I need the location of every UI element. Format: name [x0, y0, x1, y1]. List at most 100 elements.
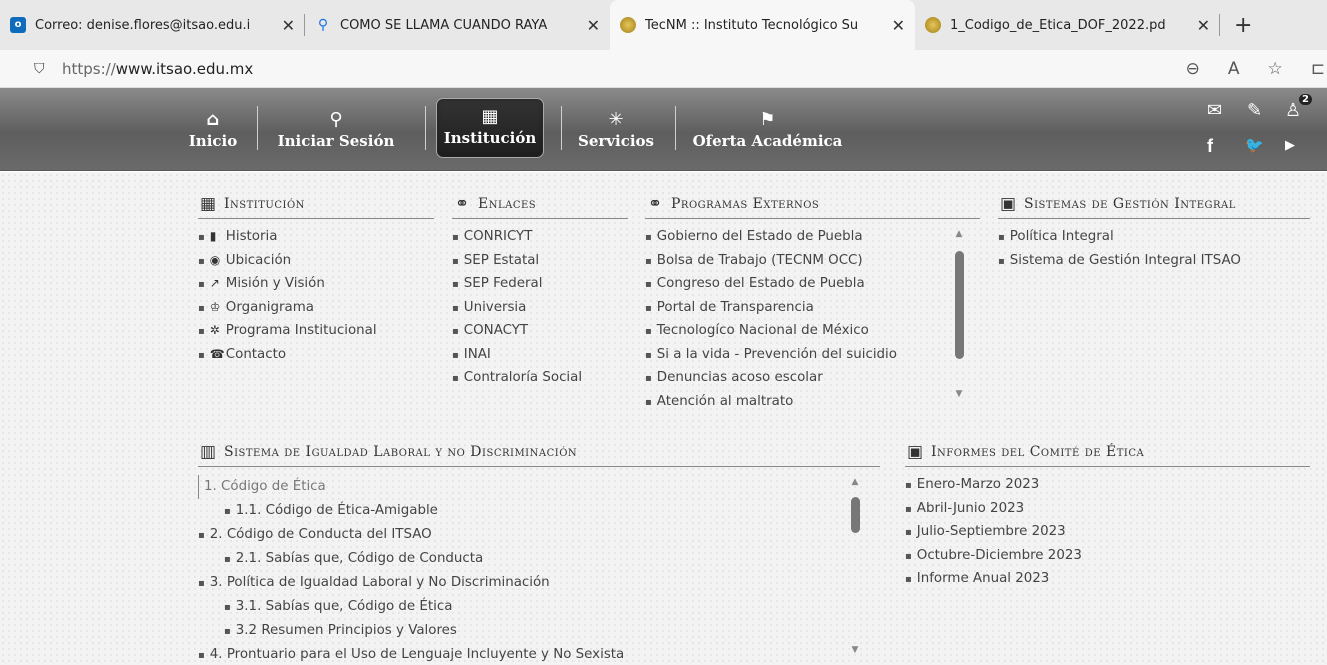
close-tab-icon[interactable]: ✕ — [1197, 16, 1210, 35]
link-contraloria-social[interactable]: Contraloría Social — [452, 366, 628, 390]
sitemap-icon: ♔ — [209, 299, 221, 314]
link-conricyt[interactable]: CONRICYT — [452, 225, 628, 249]
scroll-up-icon[interactable]: ▲ — [848, 477, 862, 487]
new-tab-button[interactable]: + — [1220, 0, 1266, 50]
link-gobierno-puebla[interactable]: Gobierno del Estado de Puebla — [645, 225, 980, 249]
doc-codigo-etica-amigable[interactable]: 1.1. Código de Ética-Amigable — [198, 499, 880, 523]
scroll-thumb[interactable] — [851, 497, 860, 533]
nav-institucion[interactable]: ▦ Institución — [436, 98, 544, 158]
document-list: 1. Código de Ética 1.1. Código de Ética-… — [198, 475, 880, 663]
scrollbar[interactable]: ▲ ▼ — [848, 467, 862, 663]
link-informe-anual[interactable]: Informe Anual 2023 — [905, 567, 1310, 591]
section-title: Sistema de Igualdad Laboral y no Discrim… — [224, 443, 578, 460]
doc-codigo-etica[interactable]: 1. Código de Ética — [198, 475, 880, 499]
link-congreso-puebla[interactable]: Congreso del Estado de Puebla — [645, 272, 980, 296]
link-ubicacion[interactable]: ◉ Ubicación — [198, 249, 434, 273]
favorite-star-icon[interactable]: ☆ — [1268, 59, 1283, 79]
facebook-icon[interactable]: f — [1207, 136, 1213, 157]
browser-tab-tecnm[interactable]: TecNM :: Instituto Tecnológico Su ✕ — [610, 0, 915, 50]
programas-scroll-area[interactable]: Gobierno del Estado de Puebla Bolsa de T… — [645, 219, 980, 411]
split-screen-icon[interactable]: ⊏ — [1311, 59, 1325, 79]
zoom-out-icon[interactable]: ⊖ — [1186, 59, 1200, 79]
link-conacyt[interactable]: CONACYT — [452, 319, 628, 343]
nav-label: Inicio — [188, 132, 238, 150]
link-label: Organigrama — [225, 299, 314, 315]
section-header: ▥ Sistema de Igualdad Laboral y no Discr… — [198, 440, 880, 467]
link-inai[interactable]: INAI — [452, 343, 628, 367]
browser-tab-bar: o Correo: denise.flores@itsao.edu.i ✕ ⚲ … — [0, 0, 1327, 50]
section-title: Informes del Comité de Ética — [931, 443, 1145, 460]
section-institucion: ▦ Institución ▮ Historia ◉ Ubicación ↗ Misi… — [198, 192, 434, 366]
link-tecnm[interactable]: Tecnologíco Nacional de México — [645, 319, 980, 343]
doc-codigo-conducta[interactable]: 2. Código de Conducta del ITSAO — [198, 523, 880, 547]
link-portal-transparencia[interactable]: Portal de Transparencia — [645, 296, 980, 320]
edit-icon[interactable]: ✎ — [1247, 100, 1262, 121]
tab-title: COMO SE LLAMA CUANDO RAYA — [340, 17, 548, 33]
doc-resumen-principios[interactable]: 3.2 Resumen Principios y Valores — [198, 619, 880, 643]
link-denuncias-acoso[interactable]: Denuncias acoso escolar — [645, 366, 980, 390]
books-icon: ▥ — [199, 441, 217, 462]
doc-sabias-que-etica[interactable]: 3.1. Sabías que, Código de Ética — [198, 595, 880, 619]
map-marker-icon: ◉ — [209, 252, 221, 267]
notebook-icon: ▣ — [999, 193, 1017, 214]
scroll-up-icon[interactable]: ▲ — [952, 229, 966, 239]
link-organigrama[interactable]: ♔ Organigrama — [198, 296, 434, 320]
doc-sabias-que-conducta[interactable]: 2.1. Sabías que, Código de Conducta — [198, 547, 880, 571]
nav-iniciar-sesion[interactable]: ⚲ Iniciar Sesión — [272, 94, 400, 164]
link-programa-institucional[interactable]: ✲ Programa Institucional — [198, 319, 434, 343]
section-header: ▣ Informes del Comité de Ética — [905, 440, 1310, 467]
read-aloud-icon[interactable]: A — [1228, 59, 1240, 79]
link-informe-abr-jun[interactable]: Abril-Junio 2023 — [905, 497, 1310, 521]
nav-divider — [425, 106, 426, 150]
doc-politica-igualdad[interactable]: 3. Política de Igualdad Laboral y No Dis… — [198, 571, 880, 595]
link-bolsa-trabajo[interactable]: Bolsa de Trabajo (TECNM OCC) — [645, 249, 980, 273]
link-sep-federal[interactable]: SEP Federal — [452, 272, 628, 296]
link-politica-integral[interactable]: Política Integral — [998, 225, 1310, 249]
link-informe-jul-sep[interactable]: Julio-Septiembre 2023 — [905, 520, 1310, 544]
section-header: ▦ Institución — [198, 192, 434, 219]
notification-badge: 2 — [1299, 94, 1312, 105]
scroll-down-icon[interactable]: ▼ — [848, 645, 862, 655]
close-tab-icon[interactable]: ✕ — [282, 16, 295, 35]
scrollbar[interactable]: ▲ ▼ — [952, 219, 966, 411]
home-icon: ⌂ — [206, 109, 220, 130]
nav-servicios[interactable]: ✳ Servicios — [572, 94, 660, 164]
youtube-icon[interactable]: ▶ — [1285, 138, 1295, 153]
search-icon: ⚲ — [317, 17, 329, 33]
close-tab-icon[interactable]: ✕ — [587, 16, 600, 35]
url-field[interactable]: https://www.itsao.edu.mx — [62, 60, 253, 78]
doc-prontuario-lenguaje[interactable]: 4. Prontuario para el Uso de Lenguaje In… — [198, 643, 880, 663]
nav-inicio[interactable]: ⌂ Inicio — [185, 94, 241, 164]
link-si-a-la-vida[interactable]: Si a la vida - Prevención del suicidio — [645, 343, 980, 367]
link-informe-oct-dic[interactable]: Octubre-Diciembre 2023 — [905, 544, 1310, 568]
link-atencion-maltrato[interactable]: Atención al maltrato — [645, 390, 980, 412]
mail-icon[interactable]: ✉ — [1207, 100, 1222, 121]
close-tab-icon[interactable]: ✕ — [892, 16, 905, 35]
link-sgi-itsao[interactable]: Sistema de Gestión Integral ITSAO — [998, 249, 1310, 273]
url-protocol: https:// — [62, 59, 116, 78]
link-universia[interactable]: Universia — [452, 296, 628, 320]
scroll-thumb[interactable] — [955, 251, 964, 359]
browser-tab-mail[interactable]: o Correo: denise.flores@itsao.edu.i ✕ — [0, 0, 305, 50]
tab-title: TecNM :: Instituto Tecnológico Su — [645, 17, 859, 33]
user-icon[interactable]: ♙ — [1285, 100, 1301, 121]
link-sep-estatal[interactable]: SEP Estatal — [452, 249, 628, 273]
nav-oferta-academica[interactable]: ⚑ Oferta Académica — [690, 94, 845, 164]
link-mision-vision[interactable]: ↗ Misión y Visión — [198, 272, 434, 296]
outlook-icon: o — [10, 17, 26, 33]
link-informe-ene-mar[interactable]: Enero-Marzo 2023 — [905, 473, 1310, 497]
section-title: Institución — [224, 195, 305, 212]
site-info-icon[interactable]: ⛉ — [34, 61, 50, 77]
browser-tab-pdf[interactable]: 1_Codigo_de_Etica_DOF_2022.pd ✕ — [915, 0, 1220, 50]
scroll-down-icon[interactable]: ▼ — [952, 389, 966, 399]
igualdad-scroll-area[interactable]: 1. Código de Ética 1.1. Código de Ética-… — [198, 467, 880, 663]
nav-label: Iniciar Sesión — [277, 132, 395, 150]
section-igualdad-laboral: ▥ Sistema de Igualdad Laboral y no Discr… — [198, 440, 880, 663]
link-historia[interactable]: ▮ Historia — [198, 225, 434, 249]
link-contacto[interactable]: ☎Contacto — [198, 343, 434, 367]
gear-icon: ✲ — [209, 323, 220, 337]
browser-tab-search[interactable]: ⚲ COMO SE LLAMA CUANDO RAYA ✕ — [305, 0, 610, 50]
twitter-icon[interactable]: 🐦 — [1245, 136, 1264, 154]
bookmark-icon: ▮ — [209, 229, 217, 243]
link-list: Gobierno del Estado de Puebla Bolsa de T… — [645, 225, 980, 411]
